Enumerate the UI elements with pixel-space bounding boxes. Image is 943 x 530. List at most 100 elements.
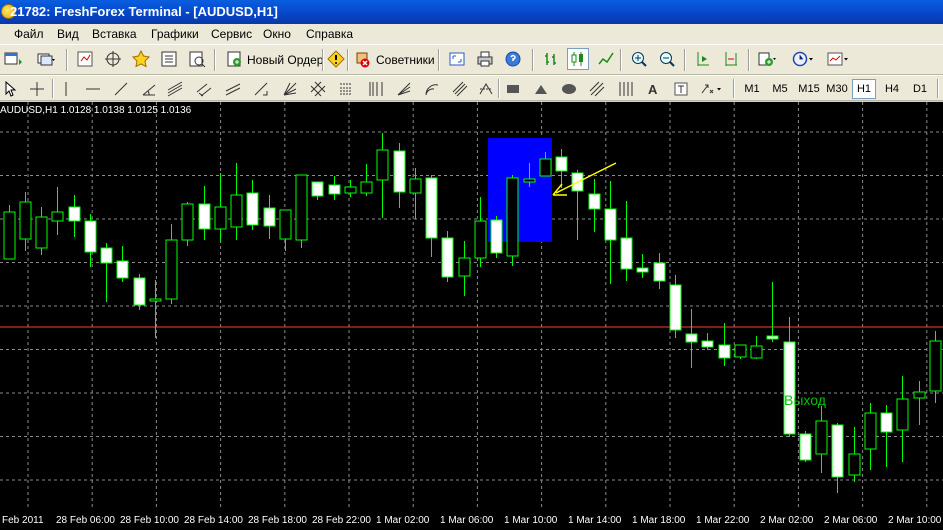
ellipse-icon[interactable] — [558, 78, 580, 100]
candlestick-chart-icon[interactable] — [567, 48, 589, 70]
crosshair-icon[interactable] — [26, 78, 48, 100]
candle-body — [116, 260, 129, 279]
time-axis-label: Feb 2011 — [2, 515, 44, 526]
candle-body — [3, 211, 16, 260]
expert-advisors-button[interactable]: Советники — [376, 53, 435, 67]
toolbar-separator — [66, 49, 68, 71]
time-axis-label: 1 Mar 18:00 — [632, 515, 686, 526]
gann-grid-icon[interactable] — [307, 78, 329, 100]
bar-chart-icon[interactable] — [540, 48, 562, 70]
new-chart-icon[interactable] — [2, 48, 24, 70]
fibo-fan-icon[interactable] — [393, 78, 415, 100]
candle-body — [246, 192, 259, 226]
cycle-lines-icon[interactable] — [614, 78, 636, 100]
zoom-out-icon[interactable] — [656, 48, 678, 70]
arrow-annotation-head — [552, 183, 567, 196]
candle-body — [474, 220, 487, 259]
timeframe-m5[interactable]: M5 — [769, 79, 791, 99]
indicators-icon[interactable] — [756, 48, 778, 70]
candle-body — [279, 209, 292, 240]
candle-body — [718, 344, 731, 359]
market-watch-icon[interactable] — [74, 48, 96, 70]
candle-body — [506, 177, 519, 257]
fibo-arcs-icon[interactable] — [421, 78, 443, 100]
trendline-by-angle-icon[interactable] — [138, 78, 160, 100]
menu-help[interactable]: Справка — [306, 27, 353, 41]
fibo-channel-icon[interactable] — [449, 78, 471, 100]
candle-body — [328, 184, 341, 195]
help-icon[interactable] — [502, 48, 524, 70]
auto-scroll-icon[interactable] — [692, 48, 714, 70]
vertical-line-icon[interactable] — [55, 78, 77, 100]
main-toolbar: Новый Ордер Советники — [0, 44, 943, 75]
time-axis-label: 1 Mar 14:00 — [568, 515, 622, 526]
gann-fan-icon[interactable] — [279, 78, 301, 100]
trendline-icon[interactable] — [110, 78, 132, 100]
candle-body — [831, 424, 844, 478]
candle-body — [133, 277, 146, 306]
strategy-tester-icon[interactable] — [186, 48, 208, 70]
timeframe-m1[interactable]: M1 — [741, 79, 763, 99]
candle-body — [734, 344, 747, 358]
gann-line-icon[interactable] — [250, 78, 272, 100]
timeframe-h1[interactable]: H1 — [852, 79, 876, 99]
new-order-button[interactable]: Новый Ордер — [247, 53, 323, 67]
candle-body — [181, 203, 194, 241]
timeframe-h4[interactable]: H4 — [880, 79, 904, 99]
andrews-pitchfork-icon[interactable] — [586, 78, 608, 100]
candle-body — [523, 178, 536, 183]
triangle-icon[interactable] — [530, 78, 552, 100]
timeframe-m30[interactable]: M30 — [824, 79, 850, 99]
terminal-icon[interactable] — [158, 48, 180, 70]
horizontal-line-icon[interactable] — [82, 78, 104, 100]
templates-icon[interactable] — [827, 48, 849, 70]
candle-body — [458, 257, 471, 277]
window-title: 21782: FreshForex Terminal - [AUDUSD,H1] — [10, 4, 278, 19]
fibo-retracement-icon[interactable] — [335, 78, 357, 100]
stddev-channel-icon[interactable] — [222, 78, 244, 100]
time-axis-label: 28 Feb 14:00 — [184, 515, 243, 526]
line-chart-icon[interactable] — [595, 48, 617, 70]
fibo-timezones-icon[interactable] — [364, 78, 386, 100]
equidistant-channel-icon[interactable] — [193, 78, 215, 100]
periods-clock-icon[interactable] — [792, 48, 814, 70]
menu-charts[interactable]: Графики — [151, 27, 199, 41]
svg-text:A: A — [648, 82, 658, 97]
timeframe-d1[interactable]: D1 — [908, 79, 932, 99]
timeframe-m15[interactable]: M15 — [796, 79, 822, 99]
text-icon[interactable] — [670, 78, 692, 100]
expert-advisors-icon[interactable] — [351, 48, 373, 70]
toolbar-separator — [748, 49, 750, 71]
data-window-icon[interactable] — [102, 48, 124, 70]
chart-shift-icon[interactable] — [720, 48, 742, 70]
navigator-icon[interactable] — [130, 48, 152, 70]
profiles-icon[interactable] — [35, 48, 57, 70]
time-axis-label: 28 Feb 06:00 — [56, 515, 115, 526]
exit-annotation-label: Выход — [784, 392, 826, 408]
menu-tools[interactable]: Сервис — [211, 27, 252, 41]
rectangle-icon[interactable] — [502, 78, 524, 100]
toolbar-separator — [347, 49, 349, 71]
time-axis-label: 2 Mar 06:00 — [824, 515, 878, 526]
candle-body — [783, 341, 796, 435]
fibo-expansion-icon[interactable] — [475, 78, 497, 100]
new-order-icon[interactable] — [223, 48, 245, 70]
print-icon[interactable] — [474, 48, 496, 70]
chart-window[interactable]: Выход Feb 2011 28 Feb 06:00 28 Feb 10:00 28 … — [0, 102, 943, 530]
cursor-icon[interactable] — [0, 78, 22, 100]
warning-icon[interactable] — [325, 48, 347, 70]
zoom-in-icon[interactable] — [628, 48, 650, 70]
toolbar-separator — [937, 79, 939, 98]
price-chart[interactable]: Выход Feb 2011 28 Feb 06:00 28 Feb 10:00 28 … — [0, 102, 943, 530]
candle-body — [701, 340, 714, 348]
regression-channel-icon[interactable] — [164, 78, 186, 100]
text-label-icon[interactable]: A — [642, 78, 664, 100]
fullscreen-icon[interactable] — [446, 48, 468, 70]
candle-body — [84, 220, 97, 253]
candle-body — [815, 420, 828, 455]
menu-insert[interactable]: Вставка — [92, 27, 137, 41]
menu-file[interactable]: Файл — [14, 27, 44, 41]
arrows-menu-icon[interactable] — [700, 78, 722, 100]
menu-view[interactable]: Вид — [57, 27, 79, 41]
menu-window[interactable]: Окно — [263, 27, 291, 41]
